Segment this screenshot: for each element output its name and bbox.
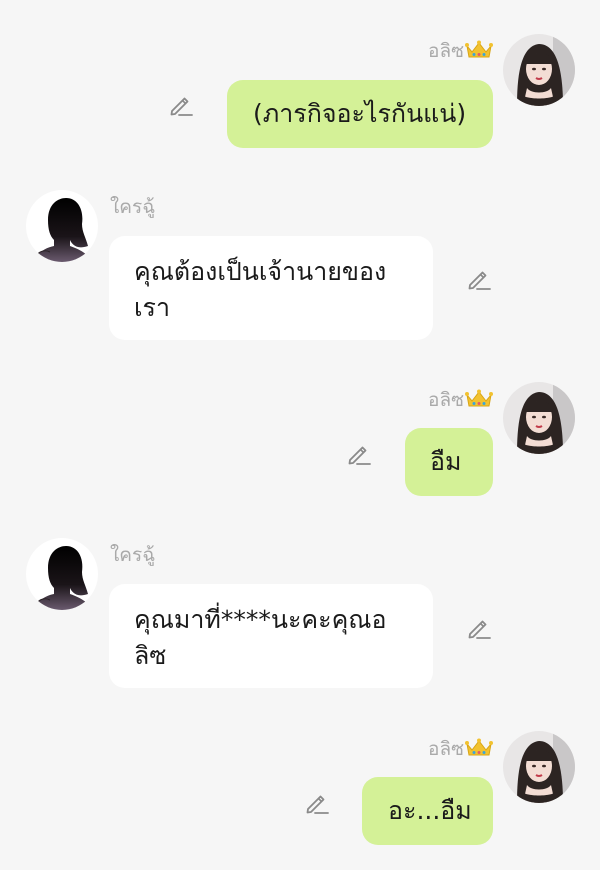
crown-icon	[465, 738, 493, 758]
pencil-edit-icon[interactable]	[304, 790, 330, 816]
sender-name: อลิซ	[428, 734, 493, 764]
message-bubble[interactable]: อะ...อืม	[362, 777, 493, 845]
chat-message-outgoing: อลิซ อะ...อืม	[0, 0, 600, 860]
chat-thread: อลิซ (ภารกิจอะไรกันแน่) ใครฉู้ คุณต้องเป…	[0, 0, 600, 870]
message-text: อะ...อืม	[388, 796, 472, 825]
avatar-alice[interactable]	[503, 731, 575, 803]
sender-name-text: อลิซ	[428, 738, 464, 760]
